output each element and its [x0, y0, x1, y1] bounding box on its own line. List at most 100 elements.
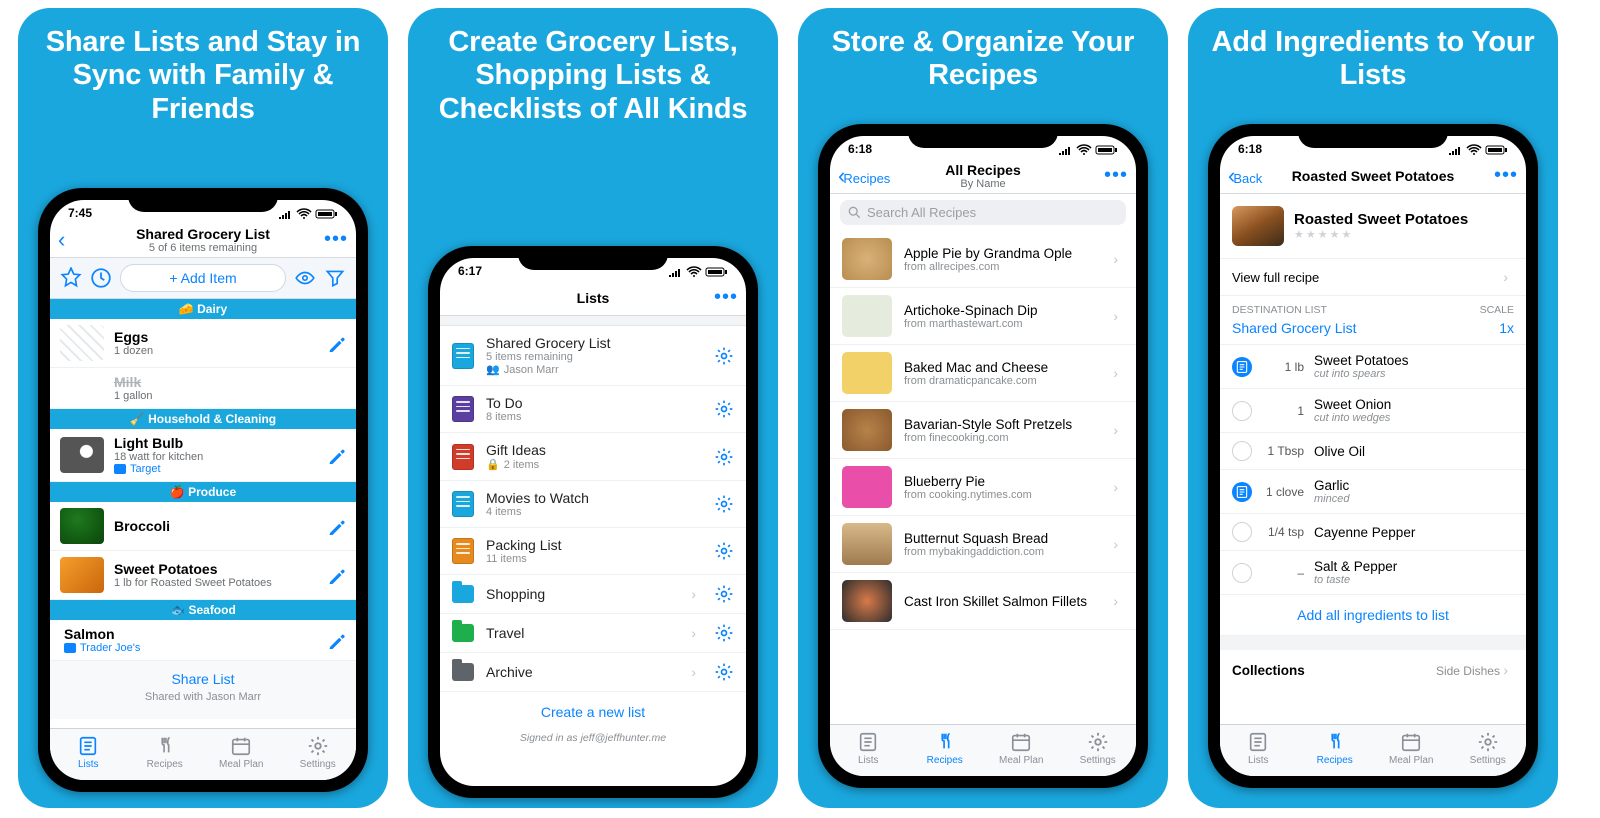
recent-icon[interactable] — [90, 267, 112, 289]
more-icon[interactable]: ••• — [1494, 164, 1518, 187]
ingredient-row[interactable]: 1 TbspOlive Oil — [1220, 433, 1526, 470]
tab-settings[interactable]: Settings — [1060, 731, 1137, 766]
recipe-row[interactable]: Cast Iron Skillet Salmon Fillets › — [830, 573, 1136, 630]
signed-in-label: Signed in as jeff@jeffhunter.me — [440, 732, 746, 758]
category-seafood: 🐟 Seafood — [50, 600, 356, 620]
gear-icon[interactable] — [714, 346, 734, 366]
list-icon — [452, 491, 474, 517]
edit-icon[interactable] — [328, 631, 346, 649]
tab-recipes[interactable]: Recipes — [907, 731, 984, 766]
edit-icon[interactable] — [328, 566, 346, 584]
view-full-recipe[interactable]: View full recipe› — [1220, 259, 1526, 296]
recipe-row[interactable]: Artichoke-Spinach Dipfrom marthastewart.… — [830, 288, 1136, 345]
more-icon[interactable]: ••• — [714, 286, 738, 309]
ingredient-qty: 1 — [1262, 404, 1304, 418]
ingredient-row[interactable]: –Salt & Pepperto taste — [1220, 551, 1526, 595]
ingredient-row[interactable]: 1Sweet Onioncut into wedges — [1220, 389, 1526, 433]
headline-2: Create Grocery Lists, Shopping Lists & C… — [408, 8, 778, 134]
item-row-salmon[interactable]: Salmon Trader Joe's — [50, 620, 356, 661]
item-thumb — [60, 437, 104, 473]
category-dairy: 🧀 Dairy — [50, 299, 356, 319]
gear-icon[interactable] — [714, 447, 734, 467]
scale-button[interactable]: 1x — [1499, 320, 1514, 336]
back-icon[interactable]: ‹ — [58, 227, 65, 253]
tab-recipes[interactable]: Recipes — [1297, 731, 1374, 766]
ingredient-row[interactable]: 1 lbSweet Potatoescut into spears — [1220, 345, 1526, 389]
gear-icon[interactable] — [714, 662, 734, 682]
checkbox-off[interactable] — [1232, 522, 1252, 542]
list-row[interactable]: Packing List11 items — [440, 528, 746, 575]
hero-title: Roasted Sweet Potatoes — [1294, 211, 1468, 228]
recipe-row[interactable]: Bavarian-Style Soft Pretzelsfrom finecoo… — [830, 402, 1136, 459]
recipe-thumb — [842, 238, 892, 280]
checkbox-on[interactable] — [1232, 482, 1252, 502]
tab-settings[interactable]: Settings — [280, 735, 357, 770]
add-item-button[interactable]: + Add Item — [120, 264, 286, 292]
chevron-right-icon: › — [1113, 479, 1118, 495]
list-row[interactable]: To Do8 items — [440, 386, 746, 433]
more-icon[interactable]: ••• — [1104, 164, 1128, 187]
edit-icon[interactable] — [328, 517, 346, 535]
more-icon[interactable]: ••• — [324, 228, 348, 251]
item-row-bulb[interactable]: Light Bulb 18 watt for kitchen Target — [50, 429, 356, 482]
phone-frame-4: 6:18 ‹Back Roasted Sweet Potatoes ••• Ro… — [1208, 124, 1538, 788]
hero-image — [1232, 206, 1284, 246]
status-icons — [1058, 142, 1118, 156]
list-row[interactable]: Gift Ideas🔒2 items — [440, 433, 746, 481]
item-row-milk[interactable]: Milk1 gallon — [50, 368, 356, 409]
search-input[interactable]: Search All Recipes — [840, 200, 1126, 225]
tab-mealplan[interactable]: Meal Plan — [983, 731, 1060, 766]
tab-lists[interactable]: Lists — [1220, 731, 1297, 766]
list-row[interactable]: Movies to Watch4 items — [440, 481, 746, 528]
list-row[interactable]: Archive› — [440, 653, 746, 692]
item-row-broccoli[interactable]: Broccoli — [50, 502, 356, 551]
list-row[interactable]: Travel› — [440, 614, 746, 653]
item-row-sweet-potatoes[interactable]: Sweet Potatoes1 lb for Roasted Sweet Pot… — [50, 551, 356, 600]
edit-icon[interactable] — [328, 446, 346, 464]
edit-icon[interactable] — [328, 334, 346, 352]
list-row[interactable]: Shopping› — [440, 575, 746, 614]
collections-row[interactable]: Collections Side Dishes › — [1220, 650, 1526, 690]
tab-mealplan[interactable]: Meal Plan — [203, 735, 280, 770]
back-button[interactable]: ‹Recipes — [838, 163, 890, 189]
tab-settings[interactable]: Settings — [1450, 731, 1527, 766]
item-row-eggs[interactable]: Eggs1 dozen — [50, 319, 356, 368]
filter-icon[interactable] — [324, 267, 346, 289]
recipe-row[interactable]: Blueberry Piefrom cooking.nytimes.com › — [830, 459, 1136, 516]
tab-mealplan[interactable]: Meal Plan — [1373, 731, 1450, 766]
ingredient-qty: 1 clove — [1262, 485, 1304, 499]
recipe-row[interactable]: Butternut Squash Breadfrom mybakingaddic… — [830, 516, 1136, 573]
view-icon[interactable] — [294, 267, 316, 289]
list-row[interactable]: Shared Grocery List5 items remaining👥Jas… — [440, 326, 746, 386]
ingredient-row[interactable]: 1 cloveGarlicminced — [1220, 470, 1526, 514]
gear-icon[interactable] — [714, 399, 734, 419]
ingredient-row[interactable]: 1/4 tspCayenne Pepper — [1220, 514, 1526, 551]
item-thumb — [60, 557, 104, 593]
gear-icon[interactable] — [714, 541, 734, 561]
checkbox-off[interactable] — [1232, 563, 1252, 583]
tab-lists[interactable]: Lists — [830, 731, 907, 766]
recipe-row[interactable]: Baked Mac and Cheesefrom dramaticpancake… — [830, 345, 1136, 402]
tab-lists[interactable]: Lists — [50, 735, 127, 770]
status-time: 6:18 — [848, 142, 872, 156]
create-list-button[interactable]: Create a new list — [440, 692, 746, 732]
gear-icon[interactable] — [714, 494, 734, 514]
back-button[interactable]: ‹Back — [1228, 163, 1262, 189]
rating-stars: ★★★★★ — [1294, 228, 1468, 241]
page-title: Shared Grocery List — [136, 226, 270, 242]
gear-icon[interactable] — [714, 623, 734, 643]
promo-panel-2: Create Grocery Lists, Shopping Lists & C… — [408, 8, 778, 808]
checkbox-off[interactable] — [1232, 401, 1252, 421]
share-list-button[interactable]: Share List — [50, 671, 356, 687]
checkbox-off[interactable] — [1232, 441, 1252, 461]
gear-icon[interactable] — [714, 584, 734, 604]
favorite-icon[interactable] — [60, 267, 82, 289]
store-badge-icon — [114, 464, 126, 474]
recipe-row[interactable]: Apple Pie by Grandma Oplefrom allrecipes… — [830, 231, 1136, 288]
dest-list-button[interactable]: Shared Grocery List — [1232, 320, 1357, 336]
add-all-button[interactable]: Add all ingredients to list — [1220, 595, 1526, 636]
checkbox-on[interactable] — [1232, 357, 1252, 377]
recipe-thumb — [842, 352, 892, 394]
headline-4: Add Ingredients to Your Lists — [1188, 8, 1558, 101]
tab-recipes[interactable]: Recipes — [127, 735, 204, 770]
